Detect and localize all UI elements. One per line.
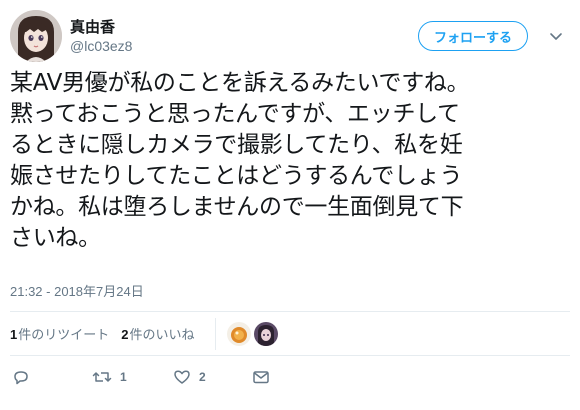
divider [10, 355, 570, 356]
tweet-timestamp[interactable]: 21:32 - 2018年7月24日 [10, 281, 144, 300]
stats-separator [215, 318, 216, 350]
likes-count: 2 [121, 326, 129, 342]
likes-stat[interactable]: 2件のいいね [121, 324, 194, 343]
liker-avatar[interactable] [227, 322, 251, 346]
retweets-count: 1 [10, 326, 18, 342]
divider [10, 311, 570, 312]
retweet-icon [92, 368, 112, 386]
retweets-label: 件のリツイート [18, 326, 110, 342]
follow-button[interactable]: フォローする [418, 21, 528, 51]
chevron-down-icon[interactable] [548, 28, 564, 44]
reply-icon [12, 368, 30, 386]
retweet-button[interactable]: 1 [92, 368, 127, 386]
tweet-text: 某AV男優が私のことを訴えるみたいですね。 黙っておこうと思ったんですが、エッチ… [10, 70, 470, 251]
user-handle[interactable]: @lc03ez8 [70, 38, 132, 54]
action-bar: 1 2 [10, 368, 280, 390]
direct-message-button[interactable] [252, 368, 270, 386]
likes-label: 件のいいね [129, 326, 195, 342]
heart-icon [173, 368, 191, 386]
envelope-icon [252, 368, 270, 386]
avatar[interactable] [10, 10, 62, 62]
like-button[interactable]: 2 [173, 368, 206, 386]
user-display-name[interactable]: 真由香 [70, 16, 115, 37]
liker-avatar[interactable] [254, 322, 278, 346]
retweets-stat[interactable]: 1件のリツイート [10, 324, 109, 343]
like-count: 2 [199, 370, 206, 384]
retweet-count: 1 [120, 370, 127, 384]
reply-button[interactable] [12, 368, 38, 386]
engagement-stats: 1件のリツイート 2件のいいね [10, 322, 207, 344]
